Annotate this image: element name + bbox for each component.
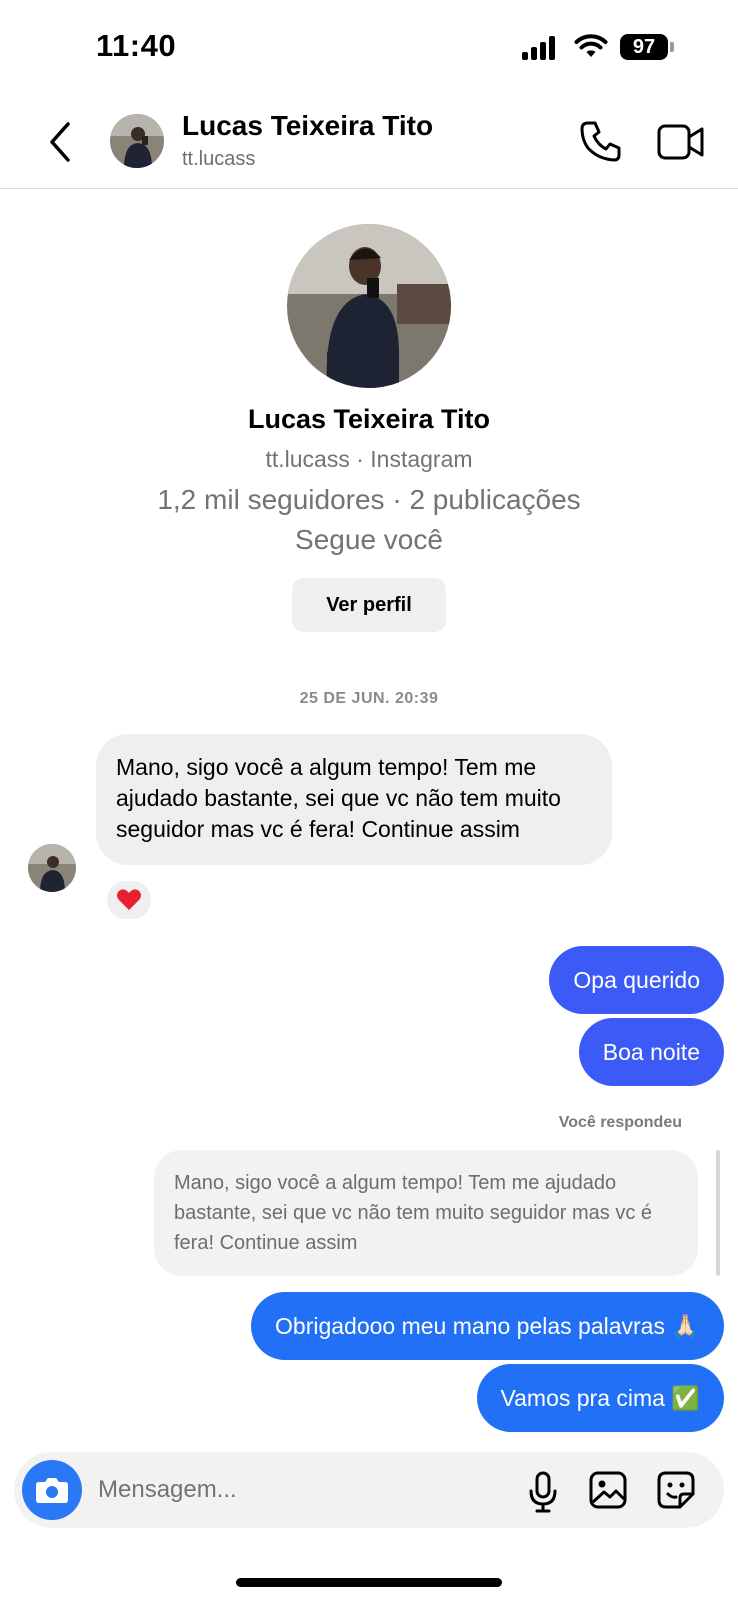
gallery-button[interactable]: [588, 1470, 628, 1510]
outgoing-message-bubble[interactable]: Boa noite: [578, 1018, 724, 1086]
chevron-left-icon: [50, 122, 70, 162]
header-contact-name[interactable]: Lucas Teixeira Tito: [182, 110, 433, 142]
camera-icon: [36, 1478, 68, 1503]
profile-stats: 1,2 mil seguidores · 2 publicações: [157, 484, 581, 515]
video-camera-icon: [657, 124, 704, 160]
phone-icon: [580, 121, 621, 162]
replied-label: Você respondeu: [558, 1114, 682, 1131]
header-avatar[interactable]: [110, 114, 164, 168]
reply-indicator-bar: [716, 1150, 720, 1276]
sticker-button[interactable]: [656, 1470, 696, 1510]
camera-button[interactable]: [22, 1460, 82, 1520]
profile-handle: tt.lucass · Instagram: [265, 446, 473, 472]
status-time: 11:40: [96, 28, 177, 63]
battery-icon: 97: [620, 34, 674, 60]
battery-level: 97: [620, 34, 668, 60]
wifi-icon: [574, 33, 608, 59]
heart-reaction[interactable]: [104, 878, 154, 922]
video-call-button[interactable]: [656, 120, 706, 164]
header-divider: [0, 188, 738, 189]
microphone-button[interactable]: [526, 1470, 560, 1514]
outgoing-message-bubble[interactable]: Obrigadooo meu mano pelas palavras 🙏🏻: [251, 1292, 724, 1360]
message-input[interactable]: [96, 1466, 500, 1514]
image-icon: [589, 1471, 627, 1509]
date-separator: 25 DE JUN. 20:39: [299, 690, 439, 707]
sender-avatar[interactable]: [28, 844, 76, 892]
voice-call-button[interactable]: [578, 118, 624, 164]
incoming-message-bubble[interactable]: Mano, sigo você a algum tempo! Tem me aj…: [96, 734, 612, 865]
outgoing-message-bubble[interactable]: Opa querido: [549, 946, 724, 1014]
microphone-icon: [529, 1471, 557, 1513]
outgoing-message-bubble[interactable]: Vamos pra cima ✅: [476, 1364, 724, 1432]
header-username: tt.lucass: [182, 148, 256, 170]
sticker-icon: [657, 1471, 695, 1509]
heart-icon: [117, 889, 141, 910]
home-indicator[interactable]: [236, 1578, 502, 1587]
view-profile-button[interactable]: Ver perfil: [292, 578, 446, 632]
replied-quote-bubble[interactable]: Mano, sigo você a algum tempo! Tem me aj…: [154, 1150, 698, 1276]
follows-you-label: Segue você: [295, 524, 443, 555]
back-button[interactable]: [44, 118, 84, 166]
cellular-signal-icon: [522, 36, 556, 60]
profile-avatar[interactable]: [287, 224, 451, 388]
profile-name: Lucas Teixeira Tito: [247, 404, 491, 434]
